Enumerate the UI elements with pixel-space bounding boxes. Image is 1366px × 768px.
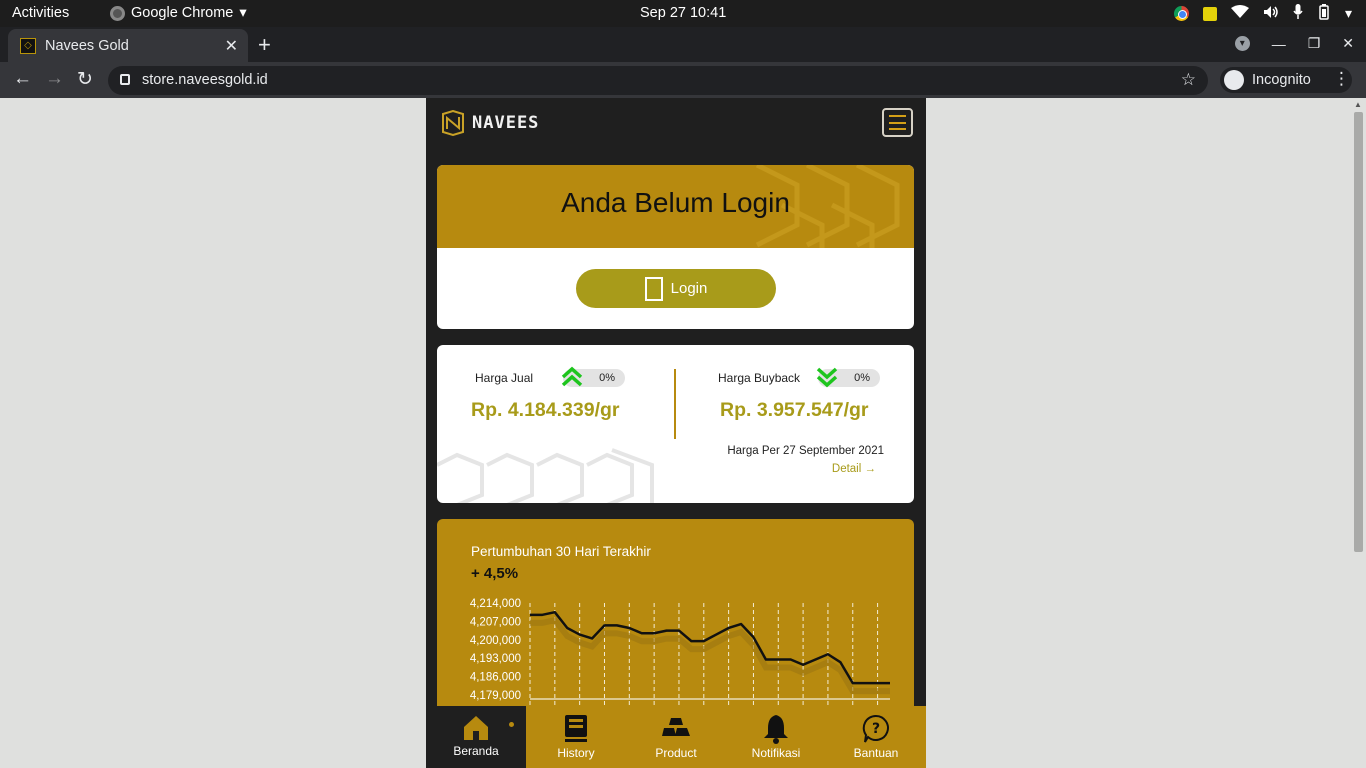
login-door-icon (644, 276, 663, 301)
minimize-icon[interactable]: — (1272, 36, 1286, 52)
notes-tray-icon[interactable] (1202, 6, 1217, 21)
chart-y-tick-label: 4,186,000 (470, 672, 521, 684)
chart-y-tick-label: 4,193,000 (470, 653, 521, 665)
bell-icon (764, 715, 788, 744)
scroll-up-icon[interactable]: ▲ (1354, 100, 1362, 109)
app-menu-label: Google Chrome (131, 5, 234, 21)
battery-icon (1317, 4, 1331, 23)
chart-line-shadow (530, 616, 890, 695)
login-card-header: Anda Belum Login (437, 165, 914, 248)
sell-change-value: 0% (599, 372, 615, 384)
clock[interactable]: Sep 27 10:41 (640, 5, 726, 21)
close-tab-icon[interactable]: ✕ (225, 36, 238, 56)
chrome-icon (110, 5, 125, 21)
menu-line (889, 115, 906, 117)
nav-beranda-label: Beranda (453, 744, 499, 758)
nav-bantuan-label: Bantuan (853, 746, 899, 760)
microphone-icon (1293, 4, 1303, 23)
system-tray[interactable]: ▾ (1173, 4, 1352, 23)
chrome-tray-icon[interactable] (1173, 6, 1189, 21)
close-window-icon[interactable]: ✕ (1342, 35, 1354, 52)
login-button[interactable]: Login (576, 269, 776, 308)
price-detail-link[interactable]: Detail → (832, 463, 876, 475)
chart-y-tick-label: 4,207,000 (470, 616, 521, 628)
menu-line (889, 121, 906, 124)
tab-search-icon[interactable]: ▾ (1234, 36, 1250, 51)
activities-button[interactable]: Activities (12, 5, 69, 21)
incognito-icon (1224, 70, 1244, 90)
carousel-dot (509, 722, 514, 727)
menu-line (889, 128, 906, 130)
gold-bars-icon (662, 718, 690, 736)
new-tab-icon[interactable]: + (258, 32, 271, 58)
hexagon-pattern-decoration (437, 448, 654, 503)
gold-price-card: Harga Jual 0% Rp. 4.184.339/gr Harga Buy… (437, 345, 914, 503)
sell-change-badge: 0% (561, 366, 625, 387)
incognito-label: Incognito (1252, 72, 1311, 88)
tab-title: Navees Gold (45, 37, 129, 54)
system-top-bar: Activities Google Chrome ▾ Sep 27 10:41 … (0, 0, 1366, 27)
scrollbar-thumb[interactable] (1354, 112, 1363, 552)
chart-y-tick-label: 4,179,000 (470, 690, 521, 702)
browser-menu-icon[interactable]: ⋮ (1333, 69, 1350, 89)
wifi-icon (1230, 5, 1249, 22)
browser-tab[interactable]: ◇ Navees Gold ✕ (8, 29, 248, 62)
reload-icon[interactable]: ↻ (77, 68, 93, 91)
page-scrollbar[interactable]: ▲ (1352, 98, 1364, 768)
page-viewport: ▲ NAVEES Anda Belum Login Login Harga Ju… (0, 98, 1366, 768)
login-card: Anda Belum Login Login (437, 165, 914, 329)
lock-icon (120, 74, 130, 85)
sell-price-value: Rp. 4.184.339/gr (471, 399, 620, 421)
hamburger-menu-button[interactable] (882, 108, 913, 137)
svg-text:?: ? (872, 721, 880, 737)
home-icon (464, 716, 488, 740)
chevron-down-icon: ▾ (239, 5, 247, 21)
bookmark-star-icon[interactable]: ☆ (1181, 70, 1196, 90)
history-icon (565, 715, 587, 742)
double-chevron-down-icon (816, 367, 838, 388)
nav-history[interactable]: History (526, 706, 626, 768)
bottom-navigation: Beranda History Product Notifikasi ? Ban… (426, 706, 926, 768)
login-button-label: Login (670, 280, 708, 297)
browser-toolbar: ← → ↻ store.naveesgold.id ☆ Incognito ⋮ (0, 62, 1366, 98)
nav-product[interactable]: Product (626, 706, 726, 768)
address-url: store.naveesgold.id (142, 72, 268, 88)
nav-product-label: Product (655, 746, 697, 760)
navees-logo-icon (442, 110, 464, 136)
nav-bantuan[interactable]: ? Bantuan (826, 706, 926, 768)
chart-y-tick-label: 4,200,000 (470, 635, 521, 647)
back-icon[interactable]: ← (13, 68, 32, 90)
price-divider (674, 369, 676, 439)
nav-beranda[interactable]: Beranda (426, 706, 526, 768)
buyback-price-label: Harga Buyback (718, 371, 801, 385)
buyback-change-badge: 0% (816, 367, 880, 388)
volume-icon (1263, 5, 1279, 22)
price-date: Harga Per 27 September 2021 (727, 445, 884, 457)
navees-favicon-icon: ◇ (20, 37, 36, 54)
nav-notifikasi[interactable]: Notifikasi (726, 706, 826, 768)
browser-tab-bar: ◇ Navees Gold ✕ + ▾ — ❐ ✕ (0, 27, 1366, 62)
address-bar[interactable]: store.naveesgold.id ☆ (108, 66, 1208, 95)
power-menu-chevron-icon: ▾ (1344, 5, 1352, 21)
not-logged-in-heading: Anda Belum Login (561, 187, 790, 218)
app-header: NAVEES (426, 98, 926, 150)
brand-name: NAVEES (472, 113, 540, 133)
brand-logo[interactable]: NAVEES (440, 110, 539, 136)
sell-price-label: Harga Jual (475, 371, 534, 385)
nav-notifikasi-label: Notifikasi (751, 746, 801, 760)
nav-history-label: History (557, 746, 595, 760)
help-icon: ? (862, 714, 889, 743)
buyback-change-value: 0% (854, 372, 870, 384)
restore-icon[interactable]: ❐ (1308, 35, 1321, 52)
chart-y-tick-label: 4,214,000 (470, 598, 521, 610)
double-chevron-up-icon (561, 366, 583, 387)
forward-icon[interactable]: → (45, 68, 64, 90)
mobile-app-frame: NAVEES Anda Belum Login Login Harga Jual… (426, 98, 926, 768)
window-controls: ▾ — ❐ ✕ (1234, 35, 1354, 52)
buyback-price-value: Rp. 3.957.547/gr (720, 399, 869, 421)
app-menu[interactable]: Google Chrome ▾ (110, 5, 247, 21)
